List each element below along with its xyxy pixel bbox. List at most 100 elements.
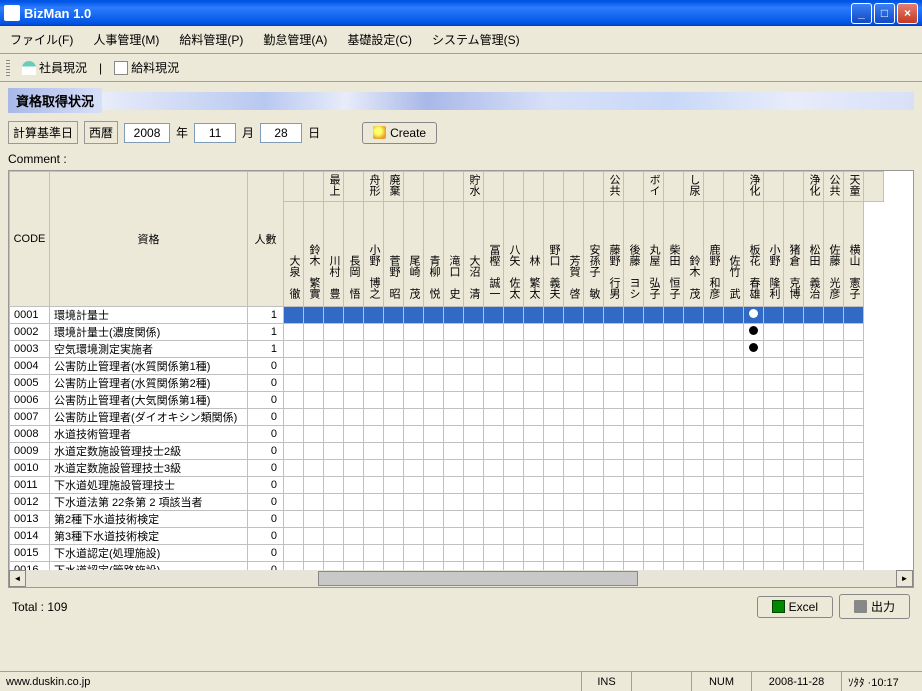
cell-matrix[interactable] [464, 460, 484, 477]
cell-matrix[interactable] [444, 443, 464, 460]
cell-matrix[interactable] [324, 477, 344, 494]
cell-matrix[interactable] [444, 392, 464, 409]
cell-matrix[interactable] [364, 545, 384, 562]
cell-matrix[interactable] [824, 528, 844, 545]
cell-matrix[interactable] [344, 494, 364, 511]
cell-matrix[interactable] [804, 375, 824, 392]
cell-matrix[interactable] [504, 409, 524, 426]
cell-matrix[interactable] [524, 528, 544, 545]
cell-matrix[interactable] [384, 443, 404, 460]
cell-matrix[interactable] [844, 392, 864, 409]
cell-matrix[interactable] [384, 426, 404, 443]
menu-salary[interactable]: 給料管理(P) [175, 29, 247, 50]
cell-matrix[interactable] [364, 460, 384, 477]
cell-matrix[interactable] [504, 494, 524, 511]
cell-matrix[interactable] [484, 528, 504, 545]
toolbar-emp-status[interactable]: 社員現況 [18, 57, 91, 78]
cell-matrix[interactable] [284, 426, 304, 443]
cell-matrix[interactable] [524, 443, 544, 460]
cell-matrix[interactable] [504, 426, 524, 443]
cell-matrix[interactable] [564, 528, 584, 545]
cell-matrix[interactable] [824, 443, 844, 460]
cell-matrix[interactable] [584, 511, 604, 528]
cell-matrix[interactable] [684, 409, 704, 426]
cell-matrix[interactable] [324, 511, 344, 528]
table-row[interactable]: 0012下水道法第 22条第 2 項該当者0 [10, 494, 884, 511]
toolbar-salary-status[interactable]: 給料現況 [110, 57, 183, 78]
cell-matrix[interactable] [704, 307, 724, 324]
cell-matrix[interactable] [624, 545, 644, 562]
cell-matrix[interactable] [584, 375, 604, 392]
cell-matrix[interactable] [564, 358, 584, 375]
cell-matrix[interactable] [504, 375, 524, 392]
cell-matrix[interactable] [344, 375, 364, 392]
cell-matrix[interactable] [524, 392, 544, 409]
cell-matrix[interactable] [424, 477, 444, 494]
cell-matrix[interactable] [324, 341, 344, 358]
cell-matrix[interactable] [324, 307, 344, 324]
cell-matrix[interactable] [484, 358, 504, 375]
cell-matrix[interactable] [684, 545, 704, 562]
cell-matrix[interactable] [824, 409, 844, 426]
cell-matrix[interactable] [284, 545, 304, 562]
cell-matrix[interactable] [664, 528, 684, 545]
cell-matrix[interactable] [804, 426, 824, 443]
cell-matrix[interactable] [444, 511, 464, 528]
cell-matrix[interactable] [524, 409, 544, 426]
cell-matrix[interactable] [604, 460, 624, 477]
cell-matrix[interactable] [464, 426, 484, 443]
cell-matrix[interactable] [464, 409, 484, 426]
cell-matrix[interactable] [444, 460, 464, 477]
cell-matrix[interactable] [284, 460, 304, 477]
cell-matrix[interactable] [484, 443, 504, 460]
cell-matrix[interactable] [724, 375, 744, 392]
cell-matrix[interactable] [404, 409, 424, 426]
cell-matrix[interactable] [664, 307, 684, 324]
scroll-track[interactable] [26, 570, 896, 587]
cell-matrix[interactable] [824, 324, 844, 341]
cell-matrix[interactable] [344, 358, 364, 375]
cell-matrix[interactable] [484, 375, 504, 392]
cell-matrix[interactable] [784, 409, 804, 426]
cell-matrix[interactable] [564, 426, 584, 443]
cell-matrix[interactable] [544, 358, 564, 375]
cell-matrix[interactable] [404, 545, 424, 562]
cell-matrix[interactable] [704, 358, 724, 375]
cell-matrix[interactable] [304, 460, 324, 477]
cell-matrix[interactable] [824, 375, 844, 392]
cell-matrix[interactable] [384, 477, 404, 494]
cell-matrix[interactable] [344, 392, 364, 409]
cell-matrix[interactable] [744, 511, 764, 528]
cell-matrix[interactable] [564, 307, 584, 324]
table-row[interactable]: 0015下水道認定(処理施設)0 [10, 545, 884, 562]
cell-matrix[interactable] [364, 375, 384, 392]
cell-matrix[interactable] [424, 307, 444, 324]
cell-matrix[interactable] [744, 392, 764, 409]
cell-matrix[interactable] [684, 341, 704, 358]
cell-matrix[interactable] [744, 545, 764, 562]
cell-matrix[interactable] [824, 307, 844, 324]
cell-matrix[interactable] [724, 324, 744, 341]
cell-matrix[interactable] [804, 409, 824, 426]
cell-matrix[interactable] [684, 426, 704, 443]
cell-matrix[interactable] [544, 307, 564, 324]
table-row[interactable]: 0010水道定数施設管理技士3級0 [10, 460, 884, 477]
close-button[interactable]: × [897, 3, 918, 24]
horizontal-scrollbar[interactable]: ◄ ► [9, 570, 913, 587]
cell-matrix[interactable] [744, 477, 764, 494]
cell-matrix[interactable] [504, 528, 524, 545]
cell-matrix[interactable] [784, 358, 804, 375]
cell-matrix[interactable] [784, 426, 804, 443]
table-row[interactable]: 0014第3種下水道技術検定0 [10, 528, 884, 545]
cell-matrix[interactable] [464, 477, 484, 494]
cell-matrix[interactable] [424, 443, 444, 460]
cell-matrix[interactable] [644, 324, 664, 341]
cell-matrix[interactable] [284, 324, 304, 341]
cell-matrix[interactable] [444, 375, 464, 392]
cell-matrix[interactable] [784, 528, 804, 545]
cell-matrix[interactable] [684, 511, 704, 528]
cell-matrix[interactable] [284, 392, 304, 409]
cell-matrix[interactable] [584, 426, 604, 443]
cell-matrix[interactable] [844, 426, 864, 443]
cell-matrix[interactable] [624, 358, 644, 375]
